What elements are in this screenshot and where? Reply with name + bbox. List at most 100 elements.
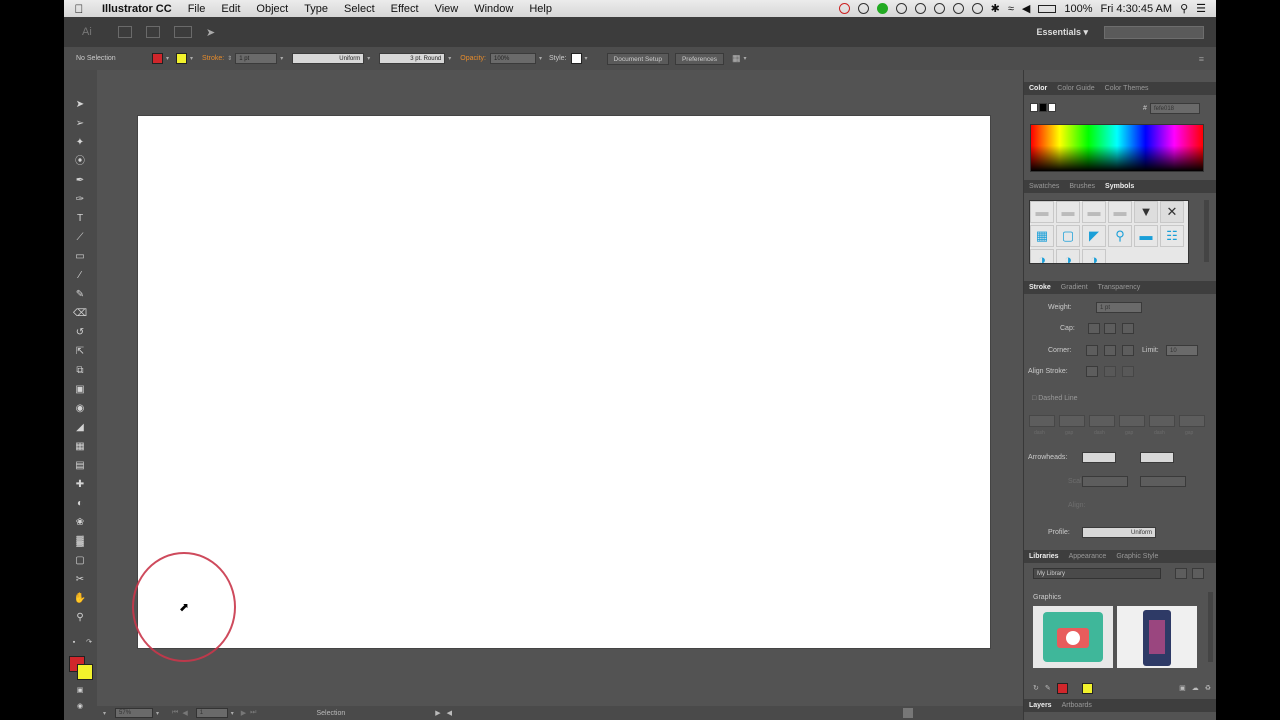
profile-dropdown[interactable]: ▾	[367, 55, 370, 62]
stroke-swatch[interactable]	[77, 664, 93, 680]
grid-view-icon[interactable]	[1175, 568, 1187, 579]
last-artboard-icon[interactable]: ⏭	[250, 709, 256, 717]
menu-view[interactable]: View	[427, 3, 467, 15]
direct-selection-tool-icon[interactable]: ➢	[73, 117, 87, 131]
next-artboard-icon[interactable]: ▶	[241, 709, 246, 717]
column-graph-tool-icon[interactable]: ▓	[73, 535, 87, 549]
stroke-dropdown-icon[interactable]: ▾	[190, 55, 193, 62]
history-icon[interactable]	[933, 3, 945, 14]
opacity-dropdown[interactable]: ▾	[539, 55, 542, 62]
color-mode-icon[interactable]: ▣	[73, 684, 87, 698]
fill-stroke-widget[interactable]	[69, 656, 93, 680]
swap-fill-stroke-icon[interactable]: ↷	[82, 636, 96, 650]
symbol-slider-icon[interactable]: ▬	[1134, 225, 1158, 247]
tab-color[interactable]: Color	[1024, 85, 1052, 92]
menu-edit[interactable]: Edit	[213, 3, 248, 15]
blend-tool-icon[interactable]: ◐	[73, 497, 87, 511]
arrange-documents-icon[interactable]	[174, 26, 192, 38]
stroke-label[interactable]: Stroke:	[202, 55, 224, 62]
fill-color-swatch[interactable]	[152, 53, 163, 64]
profile-select[interactable]: Uniform	[1082, 527, 1156, 538]
symbol-window-icon[interactable]: ▢	[1056, 225, 1080, 247]
artboard-tool-icon[interactable]: ▢	[73, 554, 87, 568]
symbol-item[interactable]: ▬	[1082, 201, 1106, 223]
preferences-button[interactable]: Preferences	[674, 52, 724, 65]
dash-field-1[interactable]	[1029, 415, 1055, 427]
app-name-menu[interactable]: Illustrator CC	[94, 3, 180, 15]
stroke-color-swatch[interactable]	[176, 53, 188, 64]
start-scale-field[interactable]	[1082, 476, 1128, 487]
dashed-line-checkbox[interactable]: □ Dashed Line	[1032, 395, 1078, 402]
volume-icon[interactable]: ◀	[1022, 2, 1030, 15]
menu-select[interactable]: Select	[336, 3, 383, 15]
mesh-tool-icon[interactable]: ▦	[73, 440, 87, 454]
notification-icon[interactable]: ☰	[1196, 2, 1206, 15]
tab-layers[interactable]: Layers	[1024, 702, 1057, 709]
bridge-icon[interactable]	[118, 26, 132, 38]
opacity-field[interactable]: 100%	[489, 53, 536, 64]
symbol-rss-icon[interactable]: ◤	[1082, 225, 1106, 247]
align-center-button[interactable]	[1086, 366, 1098, 377]
prev-artboard-icon[interactable]: ◀	[182, 709, 187, 717]
gradient-tool-icon[interactable]: ▤	[73, 459, 87, 473]
symbol-item[interactable]: ◑	[1030, 249, 1054, 263]
style-dropdown[interactable]: ▾	[585, 55, 588, 62]
workspace-menu[interactable]: Essentials ▾	[1036, 27, 1088, 38]
color-spectrum[interactable]	[1030, 124, 1204, 172]
drawing-mode-icon[interactable]: ◉	[73, 700, 87, 714]
zoom-dropdown-icon[interactable]: ▾	[103, 710, 106, 717]
fill-dropdown-icon[interactable]: ▾	[166, 55, 169, 62]
symbol-cart-icon[interactable]: ☷	[1160, 225, 1184, 247]
tab-transparency[interactable]: Transparency	[1093, 284, 1146, 291]
document-setup-button[interactable]: Document Setup	[606, 52, 669, 65]
pen-tool-icon[interactable]: ✒	[73, 174, 87, 188]
width-tool-icon[interactable]: ⧉	[73, 364, 87, 378]
tab-symbols[interactable]: Symbols	[1100, 183, 1139, 190]
perspective-grid-tool-icon[interactable]: ◢	[73, 421, 87, 435]
tab-graphic-style[interactable]: Graphic Style	[1111, 553, 1163, 560]
stroke-weight-dropdown[interactable]: ▾	[280, 55, 283, 62]
symbol-item[interactable]: ▬	[1108, 201, 1132, 223]
start-arrowhead-select[interactable]	[1082, 452, 1116, 463]
hand-tool-icon[interactable]: ✋	[73, 592, 87, 606]
artboard[interactable]: ⬈	[132, 116, 990, 662]
first-artboard-icon[interactable]: ⏮	[172, 709, 178, 717]
spotlight-icon[interactable]: ⚲	[1180, 2, 1188, 15]
gap-field-3[interactable]	[1179, 415, 1205, 427]
symbol-item[interactable]: ▬	[1056, 201, 1080, 223]
symbol-item[interactable]: ▬	[1030, 201, 1054, 223]
vpn-icon[interactable]	[895, 3, 907, 14]
menu-window[interactable]: Window	[466, 3, 521, 15]
horizontal-scroll-thumb[interactable]	[903, 708, 913, 718]
send-icon[interactable]: ➤	[206, 26, 215, 39]
symbol-dropdown-icon[interactable]: ▼	[1134, 201, 1158, 223]
weight-field[interactable]: 1 pt	[1096, 302, 1142, 313]
white-color-icon[interactable]	[1048, 103, 1056, 112]
butt-cap-button[interactable]	[1088, 323, 1100, 334]
library-add-text-icon[interactable]: ✎	[1045, 684, 1051, 692]
tab-appearance[interactable]: Appearance	[1064, 553, 1112, 560]
symbol-sprayer-tool-icon[interactable]: ❀	[73, 516, 87, 530]
library-new-icon[interactable]: ▣	[1179, 684, 1186, 692]
wifi-icon[interactable]: ≈	[1008, 3, 1014, 15]
black-color-icon[interactable]	[1039, 103, 1047, 112]
menu-type[interactable]: Type	[296, 3, 336, 15]
round-join-button[interactable]	[1104, 345, 1116, 356]
add-fill-color-icon[interactable]	[1056, 682, 1068, 694]
battery-icon[interactable]	[1038, 4, 1057, 13]
eyedropper-tool-icon[interactable]: ✚	[73, 478, 87, 492]
miter-join-button[interactable]	[1086, 345, 1098, 356]
paintbrush-tool-icon[interactable]: ∕	[73, 269, 87, 283]
brush-definition[interactable]: 3 pt. Round	[379, 53, 446, 64]
symbol-calendar-icon[interactable]: ▦	[1030, 225, 1054, 247]
status-scroll-left-icon[interactable]: ◀	[447, 709, 452, 717]
camera-icon[interactable]	[914, 3, 926, 14]
artboard-number-field[interactable]: 1	[195, 708, 228, 718]
help-search-input[interactable]	[1104, 25, 1204, 39]
info-icon[interactable]	[952, 3, 964, 14]
tab-color-themes[interactable]: Color Themes	[1100, 85, 1154, 92]
symbol-item[interactable]: ◑	[1056, 249, 1080, 263]
stroke-weight-field[interactable]: 1 pt	[235, 53, 278, 64]
tab-swatches[interactable]: Swatches	[1024, 183, 1064, 190]
rectangle-tool-icon[interactable]: ▭	[73, 250, 87, 264]
